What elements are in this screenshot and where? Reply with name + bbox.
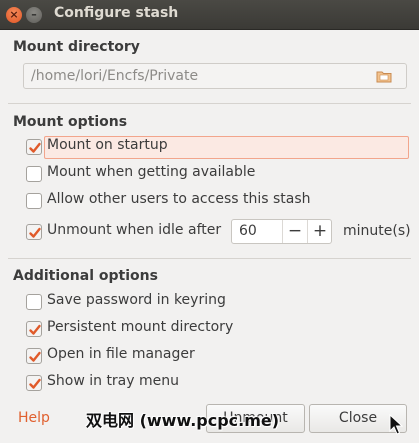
separator [8,103,411,104]
checkbox-mount-when-available[interactable] [26,166,42,182]
folder-icon[interactable] [376,70,392,83]
minimize-window-button[interactable]: – [26,7,42,23]
mount-directory-heading: Mount directory [13,39,140,55]
idle-minutes-spinbox[interactable]: 60 − + [231,219,332,244]
idle-minutes-value[interactable]: 60 [239,223,257,239]
increment-button[interactable]: + [307,220,332,243]
decrement-button[interactable]: − [282,220,307,243]
checkbox-allow-other-users[interactable] [26,193,42,209]
watermark: 双电网 (www.pcpc.me) [86,411,280,430]
checkbox-mount-on-startup[interactable] [26,139,42,155]
mount-options-heading: Mount options [13,114,128,130]
label-open-file-manager: Open in file manager [47,346,195,362]
checkbox-open-file-manager[interactable] [26,348,42,364]
label-unmount-when-idle: Unmount when idle after [47,222,222,238]
checkbox-persistent-mount[interactable] [26,321,42,337]
label-mount-on-startup: Mount on startup [47,137,168,153]
idle-unit-label: minute(s) [343,223,411,239]
help-link[interactable]: Help [18,410,50,426]
label-persistent-mount: Persistent mount directory [47,319,234,335]
checkbox-unmount-when-idle[interactable] [26,224,42,240]
checkbox-show-in-tray[interactable] [26,375,42,391]
label-mount-when-available: Mount when getting available [47,164,256,180]
close-window-button[interactable]: × [6,7,22,23]
label-show-in-tray: Show in tray menu [47,373,179,389]
mount-directory-field[interactable]: /home/lori/Encfs/Private [23,63,407,89]
mouse-cursor-icon [389,414,403,435]
additional-options-heading: Additional options [13,268,158,284]
title-bar: × – Configure stash [0,0,419,30]
window-title: Configure stash [54,5,179,21]
separator [8,258,411,259]
checkbox-save-password[interactable] [26,294,42,310]
label-allow-other-users: Allow other users to access this stash [47,191,311,207]
mount-directory-path: /home/lori/Encfs/Private [31,68,199,84]
label-save-password: Save password in keyring [47,292,226,308]
